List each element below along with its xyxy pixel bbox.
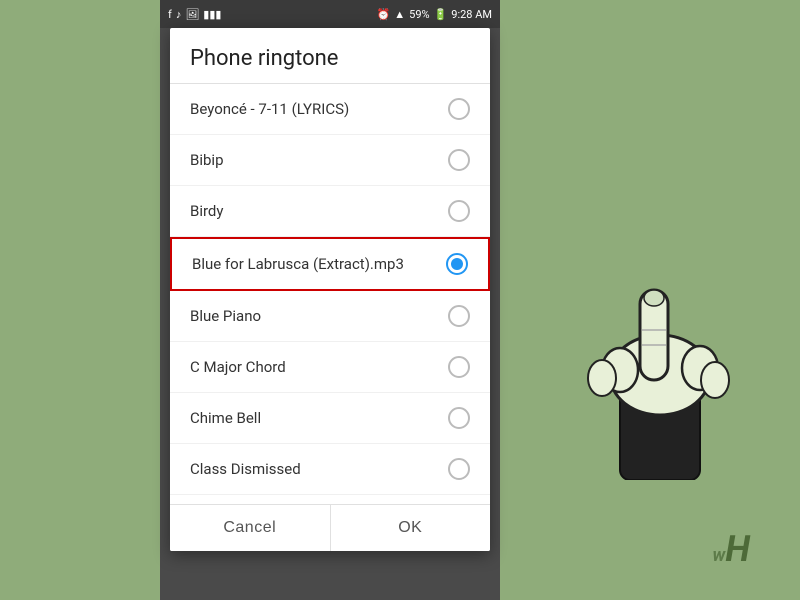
radio-button[interactable] (446, 253, 468, 275)
radio-button[interactable] (448, 98, 470, 120)
image-icon: 🖼 (185, 8, 199, 21)
radio-button[interactable] (448, 200, 470, 222)
ringtone-item[interactable]: Birdy (170, 186, 490, 237)
ringtone-name: Beyoncé - 7-11 (LYRICS) (190, 100, 349, 118)
ok-button[interactable]: OK (331, 505, 491, 551)
facebook-icon: f (168, 8, 172, 21)
time-display: 9:28 AM (451, 8, 492, 21)
phone-ringtone-dialog: Phone ringtone Beyoncé - 7-11 (LYRICS) Bi… (170, 28, 490, 551)
ringtone-item[interactable]: Diging (170, 495, 490, 504)
ringtone-item[interactable]: Blue Piano (170, 291, 490, 342)
radio-button[interactable] (448, 149, 470, 171)
ringtone-name: Birdy (190, 202, 224, 220)
signal-icon: ▮▮▮ (203, 8, 221, 21)
wifi-icon: ▲ (394, 8, 405, 21)
dialog-title: Phone ringtone (170, 28, 490, 84)
ringtone-name: Blue for Labrusca (Extract).mp3 (192, 255, 404, 273)
radio-button[interactable] (448, 356, 470, 378)
ringtone-item[interactable]: Beyoncé - 7-11 (LYRICS) (170, 84, 490, 135)
ringtone-name: Blue Piano (190, 307, 261, 325)
status-icons-right: ⏰ ▲ 59% 🔋 9:28 AM (377, 8, 492, 21)
ringtone-name: Bibip (190, 151, 224, 169)
status-icons-left: f ♪ 🖼 ▮▮▮ (168, 8, 221, 21)
cancel-button[interactable]: Cancel (170, 505, 331, 551)
ringtone-item[interactable]: Class Dismissed (170, 444, 490, 495)
ringtone-item[interactable]: C Major Chord (170, 342, 490, 393)
wikihow-logo: wH (713, 528, 751, 570)
battery-icon: 🔋 (434, 8, 448, 21)
status-bar: f ♪ 🖼 ▮▮▮ ⏰ ▲ 59% 🔋 9:28 AM (160, 0, 500, 28)
dialog-buttons: Cancel OK (170, 504, 490, 551)
radio-button[interactable] (448, 407, 470, 429)
wikihow-small-w: w (713, 545, 726, 566)
alarm-icon: ⏰ (377, 8, 391, 21)
ringtone-item[interactable]: Bibip (170, 135, 490, 186)
radio-button[interactable] (448, 305, 470, 327)
ringtone-name: C Major Chord (190, 358, 286, 376)
ringtone-name: Class Dismissed (190, 460, 301, 478)
battery-percent: 59% (409, 8, 429, 21)
ringtone-item[interactable]: Blue for Labrusca (Extract).mp3 (170, 237, 490, 291)
ringtone-item[interactable]: Chime Bell (170, 393, 490, 444)
music-icon: ♪ (176, 8, 182, 21)
ringtone-name: Chime Bell (190, 409, 261, 427)
wikihow-big-h: H (725, 528, 750, 570)
radio-button[interactable] (448, 458, 470, 480)
ringtone-list[interactable]: Beyoncé - 7-11 (LYRICS) Bibip Birdy Blue fo… (170, 84, 490, 504)
